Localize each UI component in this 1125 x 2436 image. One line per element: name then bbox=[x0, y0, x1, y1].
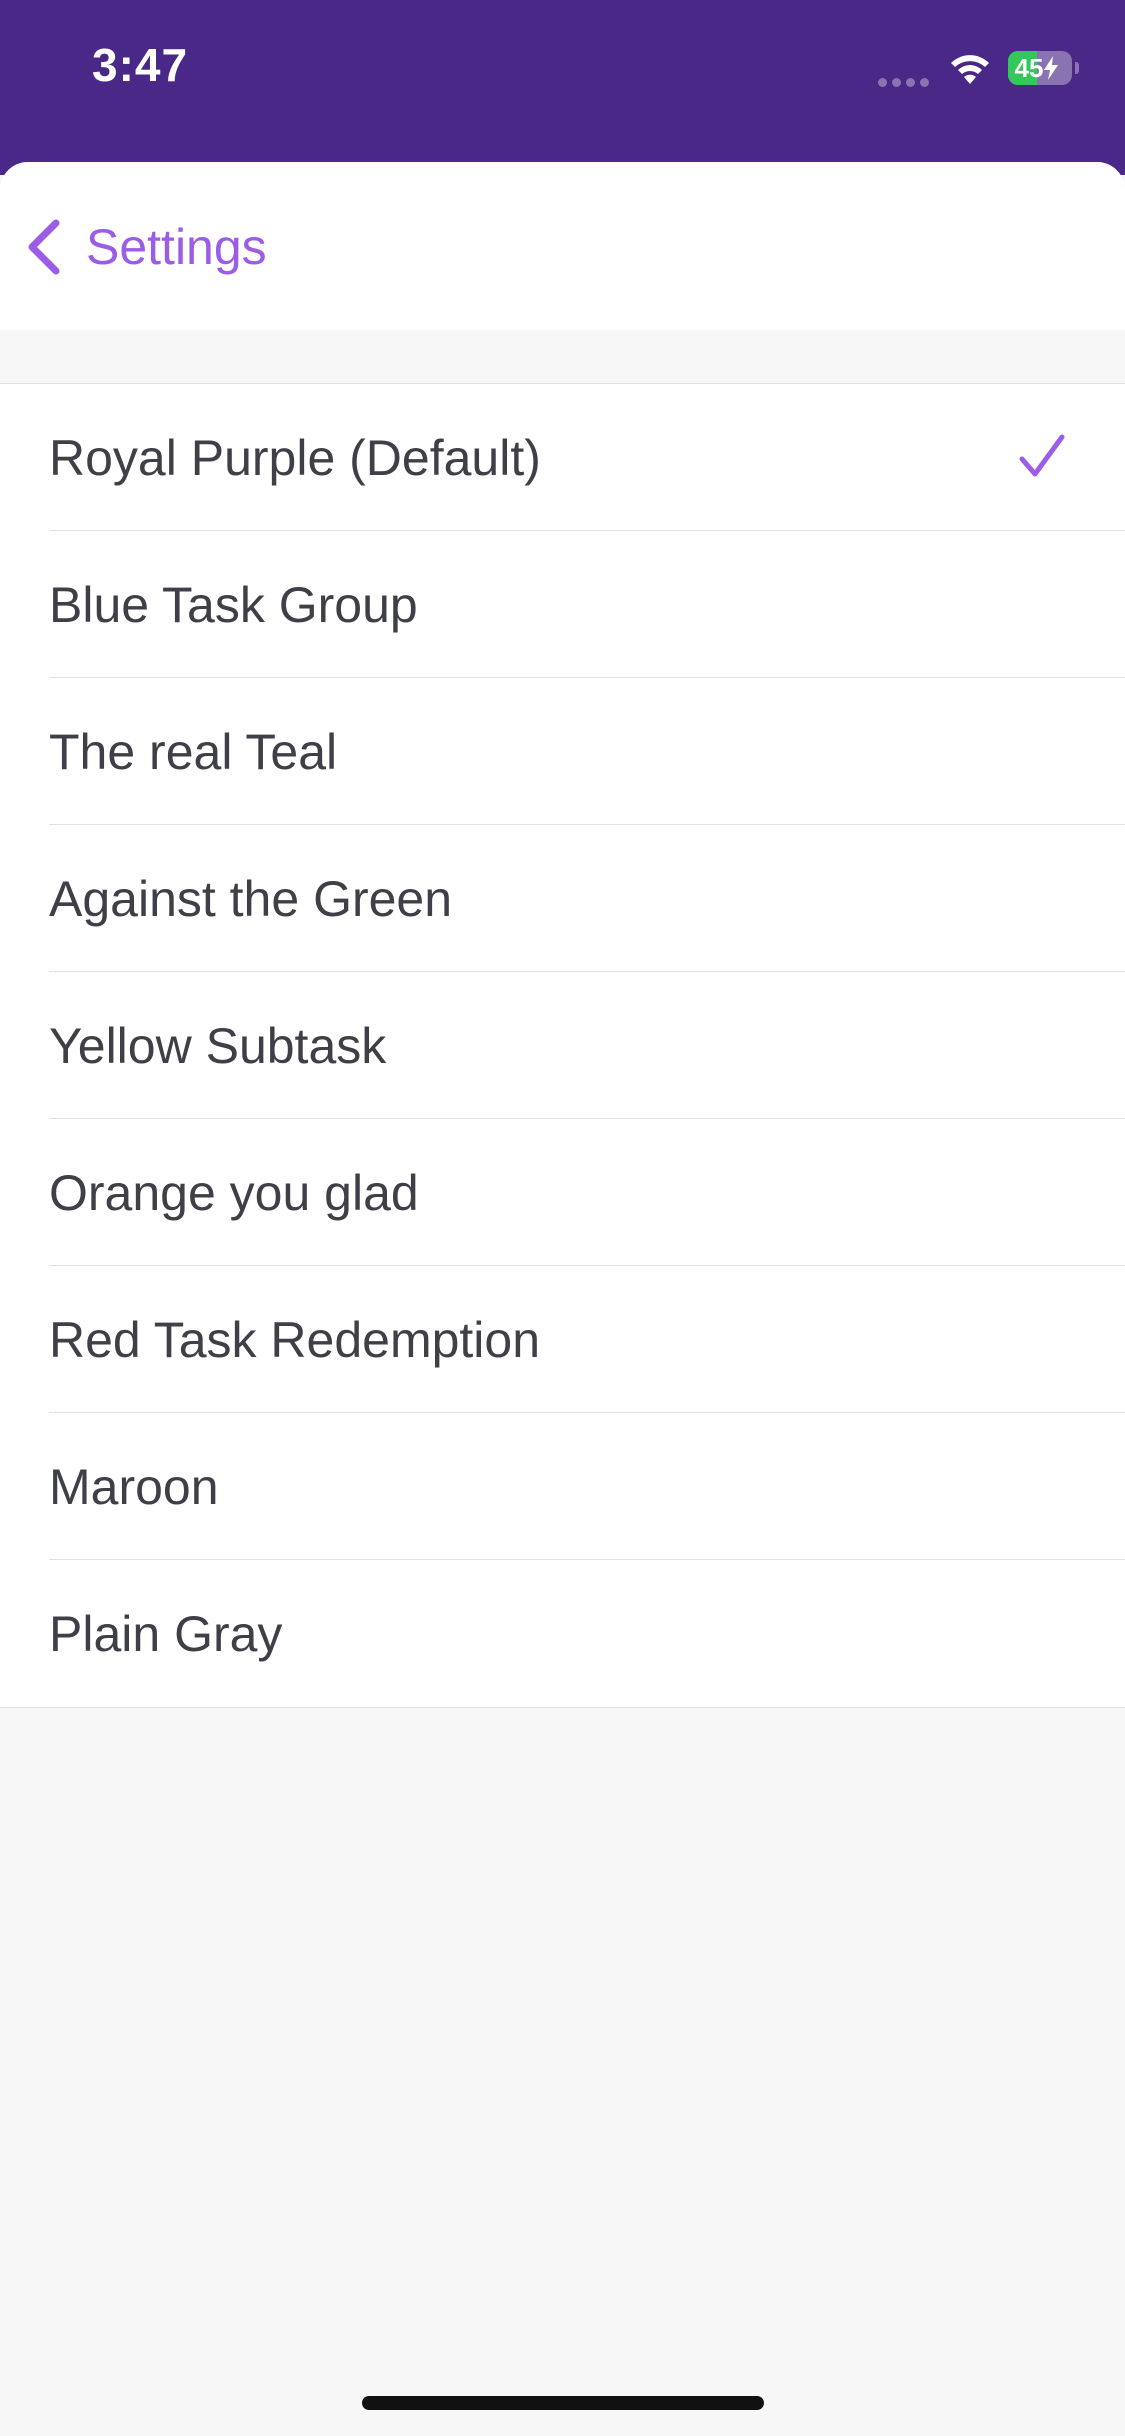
theme-option[interactable]: Orange you glad bbox=[0, 1119, 1125, 1266]
theme-option-label: Plain Gray bbox=[49, 1605, 283, 1662]
theme-option[interactable]: The real Teal bbox=[0, 678, 1125, 825]
status-bar: 3:47 45 bbox=[0, 0, 1125, 175]
theme-option[interactable]: Yellow Subtask bbox=[0, 972, 1125, 1119]
battery-icon: 45 bbox=[1008, 51, 1072, 85]
theme-option[interactable]: Maroon bbox=[0, 1413, 1125, 1560]
theme-option-label: Yellow Subtask bbox=[49, 1017, 387, 1074]
checkmark-icon bbox=[1019, 434, 1065, 477]
cellular-signal-icon bbox=[878, 74, 934, 87]
battery-cap bbox=[1075, 62, 1079, 74]
wifi-icon bbox=[951, 55, 989, 84]
chevron-left-icon bbox=[28, 219, 60, 275]
theme-option[interactable]: Red Task Redemption bbox=[0, 1266, 1125, 1413]
theme-option-label: Orange you glad bbox=[49, 1164, 419, 1221]
back-button[interactable]: Settings bbox=[24, 202, 267, 292]
modal-sheet: Settings Royal Purple (Default) Blue Task… bbox=[0, 162, 1125, 2436]
theme-option-label: Royal Purple (Default) bbox=[49, 429, 541, 486]
theme-option-label: Maroon bbox=[49, 1458, 219, 1515]
theme-option[interactable]: Plain Gray bbox=[0, 1560, 1125, 1707]
bolt-icon bbox=[1044, 56, 1059, 80]
theme-option-label: Red Task Redemption bbox=[49, 1311, 541, 1368]
back-button-label: Settings bbox=[86, 219, 267, 275]
theme-option-label: Against the Green bbox=[49, 870, 453, 927]
navigation-bar: Settings bbox=[0, 162, 1125, 330]
theme-option[interactable]: Blue Task Group bbox=[0, 531, 1125, 678]
battery-level: 45 bbox=[1014, 52, 1044, 83]
home-indicator[interactable] bbox=[362, 2396, 764, 2410]
status-time: 3:47 bbox=[92, 39, 189, 91]
theme-option[interactable]: Against the Green bbox=[0, 825, 1125, 972]
theme-option-label: The real Teal bbox=[49, 723, 338, 780]
theme-option-label: Blue Task Group bbox=[49, 576, 418, 633]
theme-picker-screen: 3:47 45 Settings Royal Purple (Default) … bbox=[0, 0, 1125, 2436]
theme-option[interactable]: Royal Purple (Default) bbox=[0, 384, 1125, 531]
theme-list: Royal Purple (Default) Blue Task Group The… bbox=[0, 383, 1125, 1708]
